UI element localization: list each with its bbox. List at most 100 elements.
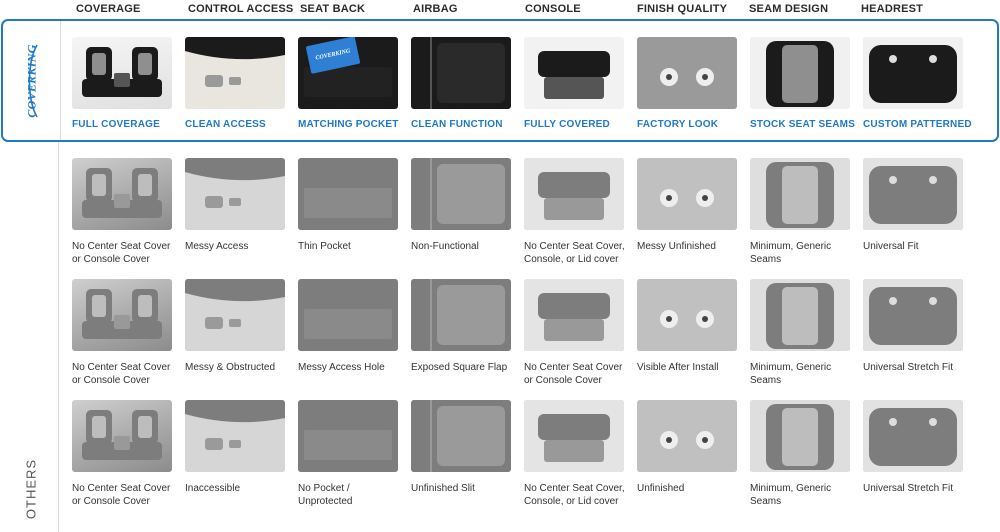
others-row-3-seat-back-cell: No Pocket / Unprotected: [298, 400, 400, 508]
others-row-1-seat-back-caption: Thin Pocket: [298, 240, 400, 253]
others-row-3-headrest-caption: Universal Stretch Fit: [863, 482, 965, 495]
coverking-coverage-image: [72, 37, 172, 109]
others-row-1-finish-quality-cell: Messy Unfinished: [637, 158, 739, 253]
coverking-control-access-cell: CLEAN ACCESS: [185, 37, 287, 130]
others-row-1-airbag-image: [411, 158, 511, 230]
caption-line: No Center Seat Cover,: [524, 483, 625, 494]
others-row-1-seam-design-caption: Minimum, Generic Seams: [750, 240, 852, 266]
coverking-seam-design-caption: STOCK SEAT SEAMS: [750, 119, 856, 130]
column-header-control-access: CONTROL ACCESS: [188, 3, 294, 15]
others-row-3-console-cell: No Center Seat Cover, Console, or Lid cov…: [524, 400, 626, 508]
others-row-1-control-access-image: [185, 158, 285, 230]
caption-line: Messy Access Hole: [298, 362, 385, 373]
others-row-1-headrest-cell: Universal Fit: [863, 158, 965, 253]
others-row-1-seat-back-cell: Thin Pocket: [298, 158, 400, 253]
others-row-1-airbag-cell: Non-Functional: [411, 158, 513, 253]
caption-line: Unfinished: [637, 483, 685, 494]
caption-line: Unfinished Slit: [411, 483, 475, 494]
others-row-2-coverage-caption: No Center Seat Cover or Console Cover: [72, 361, 174, 387]
coverking-airbag-image: [411, 37, 511, 109]
caption-line: Inaccessible: [185, 483, 241, 494]
others-row-3-airbag-image: [411, 400, 511, 472]
others-row-2-console-caption: No Center Seat Cover or Console Cover: [524, 361, 626, 387]
coverking-control-access-caption: CLEAN ACCESS: [185, 119, 266, 130]
caption-line: No Center Seat Cover,: [524, 241, 625, 252]
coverking-seam-design-image: [750, 37, 850, 109]
coverking-headrest-cell: CUSTOM PATTERNED: [863, 37, 972, 130]
coverking-airbag-cell: CLEAN FUNCTION: [411, 37, 513, 130]
others-row-1-seam-design-cell: Minimum, Generic Seams: [750, 158, 852, 266]
coverking-coverage-caption: FULL COVERAGE: [72, 119, 160, 130]
others-row-2-headrest-cell: Universal Stretch Fit: [863, 279, 965, 374]
others-row-1-seam-design-image: [750, 158, 850, 230]
others-row-2-control-access-cell: Messy & Obstructed: [185, 279, 287, 374]
coverking-console-image: [524, 37, 624, 109]
caption-line: Seams: [750, 496, 782, 507]
others-row-3-control-access-image: [185, 400, 285, 472]
others-row-3-control-access-caption: Inaccessible: [185, 482, 287, 495]
coverking-control-access-image: [185, 37, 285, 109]
others-row-1-seat-back-image: [298, 158, 398, 230]
others-row-3-seam-design-cell: Minimum, Generic Seams: [750, 400, 852, 508]
column-header-console: CONSOLE: [525, 3, 581, 15]
coverking-airbag-caption: CLEAN FUNCTION: [411, 119, 503, 130]
caption-line: No Center Seat Cover: [72, 362, 171, 373]
others-row-1-console-caption: No Center Seat Cover, Console, or Lid cov…: [524, 240, 626, 266]
others-row-2-finish-quality-cell: Visible After Install: [637, 279, 739, 374]
caption-line: Minimum, Generic: [750, 241, 832, 252]
caption-line: No Center Seat Cover: [72, 483, 171, 494]
others-row-2-coverage-image: [72, 279, 172, 351]
caption-line: Visible After Install: [637, 362, 719, 373]
others-row-2-seam-design-cell: Minimum, Generic Seams: [750, 279, 852, 387]
column-header-row: COVERAGE CONTROL ACCESS SEAT BACK AIRBAG CON…: [0, 0, 1000, 18]
others-row-2-console-image: [524, 279, 624, 351]
caption-line: Seams: [750, 375, 782, 386]
caption-line: Minimum, Generic: [750, 362, 832, 373]
caption-line: Universal Fit: [863, 241, 919, 252]
others-row-1-finish-quality-image: [637, 158, 737, 230]
coverking-seam-design-cell: STOCK SEAT SEAMS: [750, 37, 856, 130]
others-label: OTHERS: [23, 458, 39, 520]
coverking-finish-quality-cell: FACTORY LOOK: [637, 37, 739, 130]
caption-line: No Pocket /: [298, 483, 350, 494]
others-row-1-finish-quality-caption: Messy Unfinished: [637, 240, 739, 253]
others-row-3-seat-back-image: [298, 400, 398, 472]
caption-line: Messy Access: [185, 241, 249, 252]
others-row-2-finish-quality-caption: Visible After Install: [637, 361, 739, 374]
others-row-3-coverage-cell: No Center Seat Cover or Console Cover: [72, 400, 174, 508]
caption-line: or Console Cover: [72, 375, 150, 386]
coverking-logo: COVERKING: [24, 44, 39, 118]
caption-line: or Console Cover: [72, 496, 150, 507]
others-row-1-coverage-caption: No Center Seat Cover or Console Cover: [72, 240, 174, 266]
caption-line: No Center Seat Cover: [72, 241, 171, 252]
others-row-2-seat-back-cell: Messy Access Hole: [298, 279, 400, 374]
others-row-2-airbag-cell: Exposed Square Flap: [411, 279, 513, 374]
coverking-finish-quality-caption: FACTORY LOOK: [637, 119, 719, 130]
coverking-console-caption: FULLY COVERED: [524, 119, 610, 130]
column-header-seat-back: SEAT BACK: [300, 3, 366, 15]
caption-line: Messy Unfinished: [637, 241, 716, 252]
coverking-seat-back-caption: MATCHING POCKET: [298, 119, 399, 130]
others-row-3-airbag-cell: Unfinished Slit: [411, 400, 513, 495]
others-row-3-coverage-image: [72, 400, 172, 472]
others-row-1-coverage-image: [72, 158, 172, 230]
others-row-2-console-cell: No Center Seat Cover or Console Cover: [524, 279, 626, 387]
others-row-3-airbag-caption: Unfinished Slit: [411, 482, 513, 495]
others-row-2-control-access-image: [185, 279, 285, 351]
others-row-1-headrest-caption: Universal Fit: [863, 240, 965, 253]
others-row-2-airbag-caption: Exposed Square Flap: [411, 361, 513, 374]
caption-line: or Console Cover: [524, 375, 602, 386]
coverking-headrest-image: [863, 37, 963, 109]
caption-line: Console, or Lid cover: [524, 254, 619, 265]
caption-line: Thin Pocket: [298, 241, 351, 252]
column-header-finish-quality: FINISH QUALITY: [637, 3, 728, 15]
others-row-1-console-cell: No Center Seat Cover, Console, or Lid cov…: [524, 158, 626, 266]
caption-line: Minimum, Generic: [750, 483, 832, 494]
caption-line: No Center Seat Cover: [524, 362, 623, 373]
coverking-seat-back-image: COVERKING: [298, 37, 398, 109]
others-row-2-control-access-caption: Messy & Obstructed: [185, 361, 287, 374]
others-row-3-console-image: [524, 400, 624, 472]
column-header-seam-design: SEAM DESIGN: [749, 3, 829, 15]
column-header-coverage: COVERAGE: [76, 3, 141, 15]
others-row-3-control-access-cell: Inaccessible: [185, 400, 287, 495]
